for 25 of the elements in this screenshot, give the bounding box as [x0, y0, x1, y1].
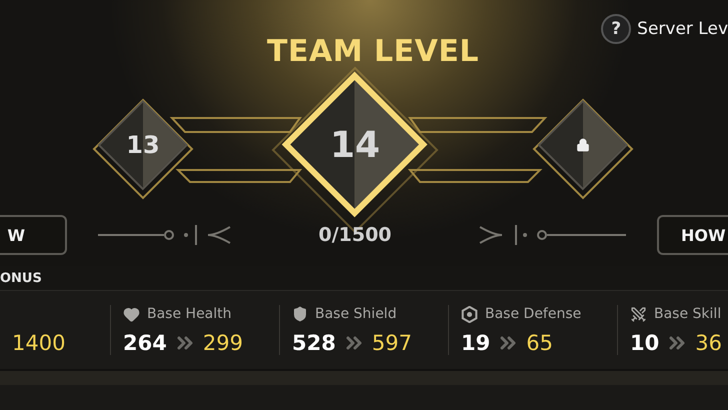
stat-current-value: 528: [292, 331, 336, 355]
stat-new-value: 597: [372, 331, 412, 355]
lock-icon: [576, 138, 590, 152]
stat-current-value: 19: [461, 331, 490, 355]
stat-label: Base Skill: [654, 306, 722, 322]
stat-current-value: 10: [630, 331, 660, 355]
stat-new-value: 299: [202, 331, 243, 355]
target-hexagon-icon: [461, 306, 478, 322]
stat-label: Base Shield: [315, 306, 397, 322]
stat-label: Base Health: [147, 306, 232, 322]
left-action-button[interactable]: W: [0, 215, 67, 255]
help-button[interactable]: ?: [601, 14, 632, 44]
stat-current-value: 264: [123, 331, 167, 355]
shield-icon: [292, 306, 308, 322]
page-title: TEAM LEVEL: [266, 34, 479, 69]
stat-new-value: 36: [695, 331, 722, 355]
right-action-button[interactable]: HOW: [657, 215, 728, 255]
crossed-swords-icon: [630, 306, 647, 322]
heart-icon: [123, 306, 140, 322]
stat-new-value: 1400: [12, 331, 66, 355]
stat-new-value: 65: [526, 331, 553, 355]
server-level-label: Server Lev: [637, 19, 728, 39]
section-title: ONUS: [0, 270, 42, 286]
progress-text: 0/1500: [317, 224, 393, 246]
stat-label: Base Defense: [485, 306, 582, 322]
